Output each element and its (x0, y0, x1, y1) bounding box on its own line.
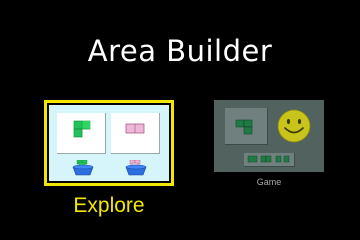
app-title: Area Builder (87, 34, 273, 68)
explore-left-board (57, 113, 106, 154)
game-screen-label[interactable]: Game (214, 177, 324, 187)
explore-screen-button[interactable] (44, 100, 174, 186)
explore-thumbnail (49, 105, 169, 181)
green-shape-icon (235, 119, 253, 135)
game-board (225, 108, 268, 145)
smiley-face-icon (276, 108, 312, 149)
green-shape-bucket-icon (72, 159, 94, 181)
game-screen-button[interactable] (214, 100, 324, 172)
pink-rectangle-icon (125, 123, 145, 134)
home-screen: Area Builder Explore Game (0, 0, 360, 240)
pink-shape-bucket-icon (125, 159, 147, 181)
explore-screen-label[interactable]: Explore (44, 194, 174, 218)
explore-right-board (111, 113, 160, 154)
shape-strip-icon (244, 153, 295, 167)
green-l-shape-icon (73, 120, 91, 138)
